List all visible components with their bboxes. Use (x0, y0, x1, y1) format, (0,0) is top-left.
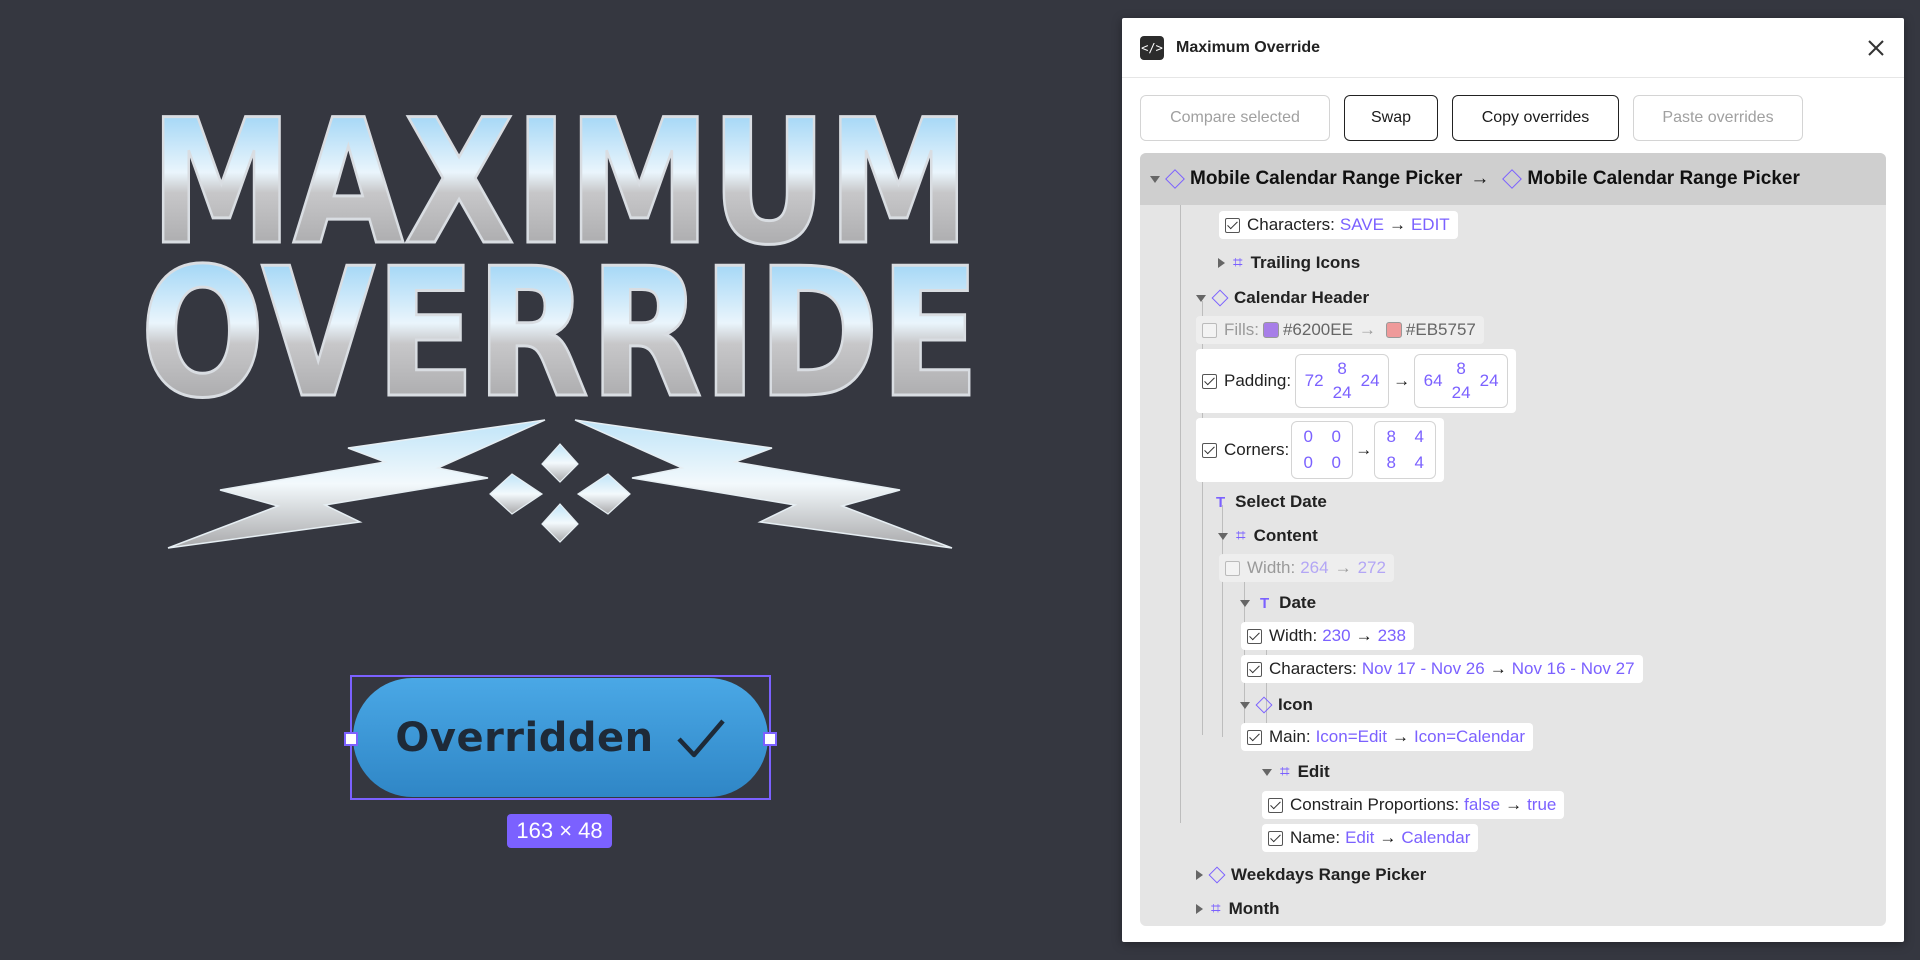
expand-caret-icon[interactable] (1262, 768, 1272, 776)
expand-caret-icon[interactable] (1196, 870, 1203, 880)
override-date-characters[interactable]: Characters: Nov 17 - Nov 26 → Nov 16 - N… (1241, 655, 1643, 683)
resize-handle-left[interactable] (344, 732, 358, 746)
checkbox[interactable] (1268, 830, 1283, 846)
component-icon (1165, 169, 1185, 189)
indent-guide (1180, 205, 1181, 823)
override-fills[interactable]: Fills: #6200EE → #EB5757 (1196, 316, 1484, 344)
checkbox[interactable] (1202, 373, 1217, 389)
swap-button[interactable]: Swap (1344, 95, 1438, 141)
override-name[interactable]: Name: Edit → Calendar (1262, 824, 1479, 852)
overridden-label: Overridden (395, 714, 654, 761)
override-characters-save[interactable]: Characters: SAVE → EDIT (1219, 211, 1458, 239)
padding-from-box: 8 72 24 24 (1295, 354, 1390, 408)
compare-selected-button[interactable]: Compare selected (1140, 95, 1330, 141)
corners-from-box: 0 0 0 0 (1291, 421, 1354, 479)
component-icon (1502, 169, 1523, 189)
root-source-name: Mobile Calendar Range Picker (1190, 168, 1463, 189)
checkbox[interactable] (1247, 661, 1262, 677)
override-panel: </> Maximum Override Compare selected Sw… (1122, 18, 1904, 942)
override-constrain-proportions[interactable]: Constrain Proportions: false → true (1262, 791, 1565, 819)
corners-to-box: 8 4 8 4 (1374, 421, 1437, 479)
code-icon: </> (1140, 35, 1164, 60)
logo-line-override: OVERRIDE (140, 230, 980, 437)
tree-node-weekdays-range-picker[interactable]: Weekdays Range Picker (1196, 865, 1426, 885)
tree-root-row[interactable]: Mobile Calendar Range Picker → Mobile Ca… (1140, 153, 1886, 205)
selected-overridden-button[interactable]: Overridden (344, 675, 777, 800)
maximum-override-logo: MAXIMUM OVERRIDE (139, 90, 982, 549)
expand-caret-icon[interactable] (1240, 701, 1250, 709)
override-icon-main[interactable]: Main: Icon=Edit → Icon=Calendar (1241, 723, 1533, 751)
left-lightning-bolt (167, 419, 546, 549)
panel-title: Maximum Override (1176, 38, 1321, 56)
design-canvas: MAXIMUM OVERRIDE Overridden 163 × 48 (0, 0, 1110, 960)
text-layer-icon: T (1260, 594, 1270, 612)
color-swatch (1385, 322, 1402, 338)
frame-icon: ⌗ (1211, 899, 1221, 918)
tree-node-content[interactable]: ⌗ Content (1218, 526, 1318, 546)
tree-node-edit[interactable]: ⌗ Edit (1262, 762, 1330, 782)
arrow-icon: → (1470, 168, 1490, 189)
override-padding[interactable]: Padding: 8 72 24 24 → 8 64 24 24 (1196, 349, 1517, 413)
center-diamond-ornament (489, 443, 631, 543)
checkbox[interactable] (1202, 442, 1217, 458)
tree-node-icon[interactable]: Icon (1240, 695, 1313, 715)
checkmark-icon (676, 719, 725, 757)
close-icon[interactable] (1862, 34, 1890, 62)
checkbox[interactable] (1202, 322, 1217, 338)
frame-icon: ⌗ (1236, 526, 1246, 545)
override-corners[interactable]: Corners: 0 0 0 0 → 8 4 8 4 (1196, 418, 1445, 482)
panel-header: </> Maximum Override (1122, 18, 1904, 78)
tree-node-trailing-icons[interactable]: ⌗ Trailing Icons (1218, 253, 1360, 273)
tree-node-calendar-header[interactable]: Calendar Header (1196, 288, 1369, 308)
component-icon (1211, 289, 1229, 307)
override-content-width[interactable]: Width: 264 → 272 (1219, 554, 1394, 582)
checkbox[interactable] (1225, 217, 1240, 233)
expand-caret-icon[interactable] (1240, 599, 1250, 607)
frame-icon: ⌗ (1233, 253, 1243, 272)
tree-node-date[interactable]: T Date (1240, 593, 1316, 613)
checkbox[interactable] (1247, 628, 1262, 644)
expand-caret-icon[interactable] (1196, 294, 1206, 302)
expand-caret-icon[interactable] (1218, 532, 1228, 540)
padding-to-box: 8 64 24 24 (1414, 354, 1509, 408)
paste-overrides-button[interactable]: Paste overrides (1633, 95, 1803, 141)
overridden-pill-button[interactable]: Overridden (353, 678, 768, 797)
override-tree: Mobile Calendar Range Picker → Mobile Ca… (1140, 153, 1886, 926)
copy-overrides-button[interactable]: Copy overrides (1452, 95, 1619, 141)
color-swatch (1262, 322, 1279, 338)
tree-node-select-date[interactable]: T Select Date (1212, 492, 1327, 512)
component-icon (1255, 696, 1273, 714)
component-icon (1208, 866, 1226, 884)
resize-handle-right[interactable] (763, 732, 777, 746)
checkbox[interactable] (1268, 797, 1283, 813)
override-date-width[interactable]: Width: 230 → 238 (1241, 622, 1414, 650)
tree-node-month[interactable]: ⌗ Month (1196, 899, 1280, 919)
indent-guide (1266, 637, 1267, 736)
checkbox[interactable] (1225, 560, 1240, 576)
text-layer-icon: T (1216, 493, 1226, 511)
root-target-name: Mobile Calendar Range Picker (1527, 168, 1800, 189)
expand-caret-icon[interactable] (1196, 904, 1203, 914)
expand-caret-icon[interactable] (1218, 258, 1225, 268)
dimension-badge: 163 × 48 (507, 814, 612, 848)
expand-caret-icon[interactable] (1150, 175, 1160, 183)
frame-icon: ⌗ (1280, 762, 1290, 781)
checkbox[interactable] (1247, 729, 1262, 745)
right-lightning-bolt (574, 419, 953, 549)
